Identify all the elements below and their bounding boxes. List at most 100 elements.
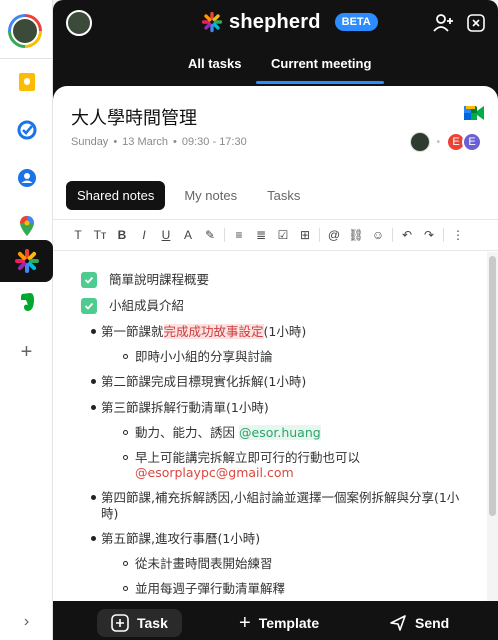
bullet-dot (91, 536, 96, 541)
brand-name: shepherd (229, 10, 321, 33)
redo-button[interactable]: ↷ (418, 224, 440, 246)
bullet-list-button[interactable]: ≡ (228, 224, 250, 246)
tab-all-tasks[interactable]: All tasks (188, 56, 241, 71)
tab-my-notes[interactable]: My notes (173, 181, 248, 210)
add-person-icon[interactable] (431, 10, 457, 36)
highlight-button[interactable]: ✎ (199, 224, 221, 246)
attendee-avatar[interactable] (410, 132, 431, 152)
sub-bullet-dot (123, 561, 128, 566)
bold-button[interactable]: B (111, 224, 133, 246)
bullet-dot (91, 405, 96, 410)
sub-bullet-dot (123, 430, 128, 435)
divider (53, 219, 498, 220)
separator: • (173, 136, 177, 148)
list-item: 第一節課就完成成功故事設定(1小時) (101, 322, 306, 341)
mention-chip[interactable]: @esor.huang (239, 425, 321, 440)
bullet-dot (91, 379, 96, 384)
notes-editor[interactable]: 簡單說明課程概要 小組成員介紹 第一節課就完成成功故事設定(1小時) 即時小小組… (53, 252, 486, 601)
add-task-label: Task (137, 615, 168, 631)
sub-bullet-dot (123, 586, 128, 591)
separator: • (113, 136, 118, 148)
checklist-item: 小組成員介紹 (109, 298, 185, 313)
more-options-button[interactable]: ⋮ (447, 224, 469, 246)
meeting-title: 大人學時間管理 (71, 108, 197, 129)
mention-button[interactable]: @ (323, 224, 345, 246)
attendees: • E E (410, 132, 482, 152)
list-item-continued: 時) (101, 506, 119, 521)
meeting-datetime: Sunday • 13 March • 09:30 - 17:30 (71, 136, 247, 148)
add-icon[interactable]: + (0, 332, 53, 372)
send-icon (390, 615, 406, 631)
close-icon[interactable] (463, 10, 489, 36)
highlighted-text: 完成成功故事設定 (163, 324, 264, 339)
meeting-time: 09:30 - 17:30 (181, 136, 247, 148)
list-item-text: 動力、能力、誘因 (135, 425, 236, 440)
checkbox-checked[interactable] (81, 298, 97, 314)
meeting-card: 大人學時間管理 Sunday • 13 March • 09:30 - 17:3… (53, 86, 498, 601)
italic-button[interactable]: I (133, 224, 155, 246)
link-button[interactable]: ⛓ (345, 224, 367, 246)
scrollbar[interactable] (487, 252, 498, 601)
list-item: 第三節課拆解行動清單(1小時) (101, 400, 269, 415)
expand-chevron-icon[interactable]: › (0, 610, 53, 634)
toolbar-divider (392, 228, 393, 242)
list-item-text: 第一節課就 (101, 324, 164, 339)
plus-icon: + (239, 611, 251, 634)
template-button[interactable]: + Template (225, 609, 333, 637)
table-button[interactable]: ⊞ (294, 224, 316, 246)
app: + › shepherd BETA All tasks Current meet… (0, 0, 498, 640)
account-avatar[interactable] (8, 14, 42, 48)
add-task-button[interactable]: Task (97, 609, 182, 637)
tab-current-meeting[interactable]: Current meeting (271, 56, 371, 71)
list-item: 第五節課,進攻行事曆(1小時) (101, 531, 261, 546)
sub-bullet-dot (123, 455, 128, 460)
format-toolbar: T Tт B I U A ✎ ≡ ≣ ☑ ⊞ @ ⛓ ☺ ↶ ↷ ⋮ (67, 224, 469, 246)
toolbar-divider (443, 228, 444, 242)
sub-list-item: 動力、能力、誘因 @esor.huang (135, 423, 321, 442)
meeting-day: Sunday (71, 136, 109, 148)
scrollbar-thumb[interactable] (489, 256, 496, 516)
checkbox-checked[interactable] (81, 272, 97, 288)
shepherd-panel: shepherd BETA All tasks Current meeting … (53, 0, 498, 640)
shepherd-icon[interactable] (0, 240, 53, 282)
sub-list-item: 從未計畫時間表開始練習 (135, 556, 273, 571)
list-item-text: (1小時) (263, 324, 307, 339)
side-rail: + › (0, 0, 53, 640)
tasks-icon[interactable] (0, 110, 53, 150)
rail-divider (0, 58, 53, 59)
attendee-avatar[interactable]: E (462, 132, 482, 152)
google-meet-icon[interactable] (464, 104, 484, 124)
undo-button[interactable]: ↶ (396, 224, 418, 246)
send-button[interactable]: Send (375, 609, 463, 637)
checklist-button[interactable]: ☑ (272, 224, 294, 246)
text-style-button[interactable]: T (67, 224, 89, 246)
evernote-icon[interactable] (0, 282, 53, 322)
bullet-dot (91, 495, 96, 500)
mention-chip[interactable]: @esorplaypc@gmail.com (135, 463, 294, 482)
list-item: 第二節課完成目標現實化拆解(1小時) (101, 374, 307, 389)
keep-icon[interactable] (0, 62, 53, 102)
text-color-button[interactable]: A (177, 224, 199, 246)
sub-list-item: 即時小小組的分享與討論 (135, 349, 273, 364)
action-bar: Task + Template Send (53, 601, 498, 640)
toolbar-divider (319, 228, 320, 242)
send-label: Send (415, 615, 450, 631)
user-avatar[interactable] (66, 10, 92, 36)
checklist-item: 簡單說明課程概要 (109, 272, 210, 287)
bullet-dot (91, 329, 96, 334)
notes-tabs: Shared notes My notes Tasks (66, 180, 311, 210)
text-size-button[interactable]: Tт (89, 224, 111, 246)
header: shepherd BETA (53, 0, 498, 44)
tab-active-indicator (256, 81, 384, 84)
contacts-icon[interactable] (0, 158, 53, 198)
tab-tasks[interactable]: Tasks (256, 181, 311, 210)
brand: shepherd BETA (201, 9, 378, 35)
underline-button[interactable]: U (155, 224, 177, 246)
beta-badge: BETA (334, 13, 378, 31)
emoji-button[interactable]: ☺ (367, 224, 389, 246)
divider (53, 250, 498, 251)
main-tabs: All tasks Current meeting (53, 44, 498, 84)
tab-shared-notes[interactable]: Shared notes (66, 180, 166, 210)
toolbar-divider (224, 228, 225, 242)
numbered-list-button[interactable]: ≣ (250, 224, 272, 246)
